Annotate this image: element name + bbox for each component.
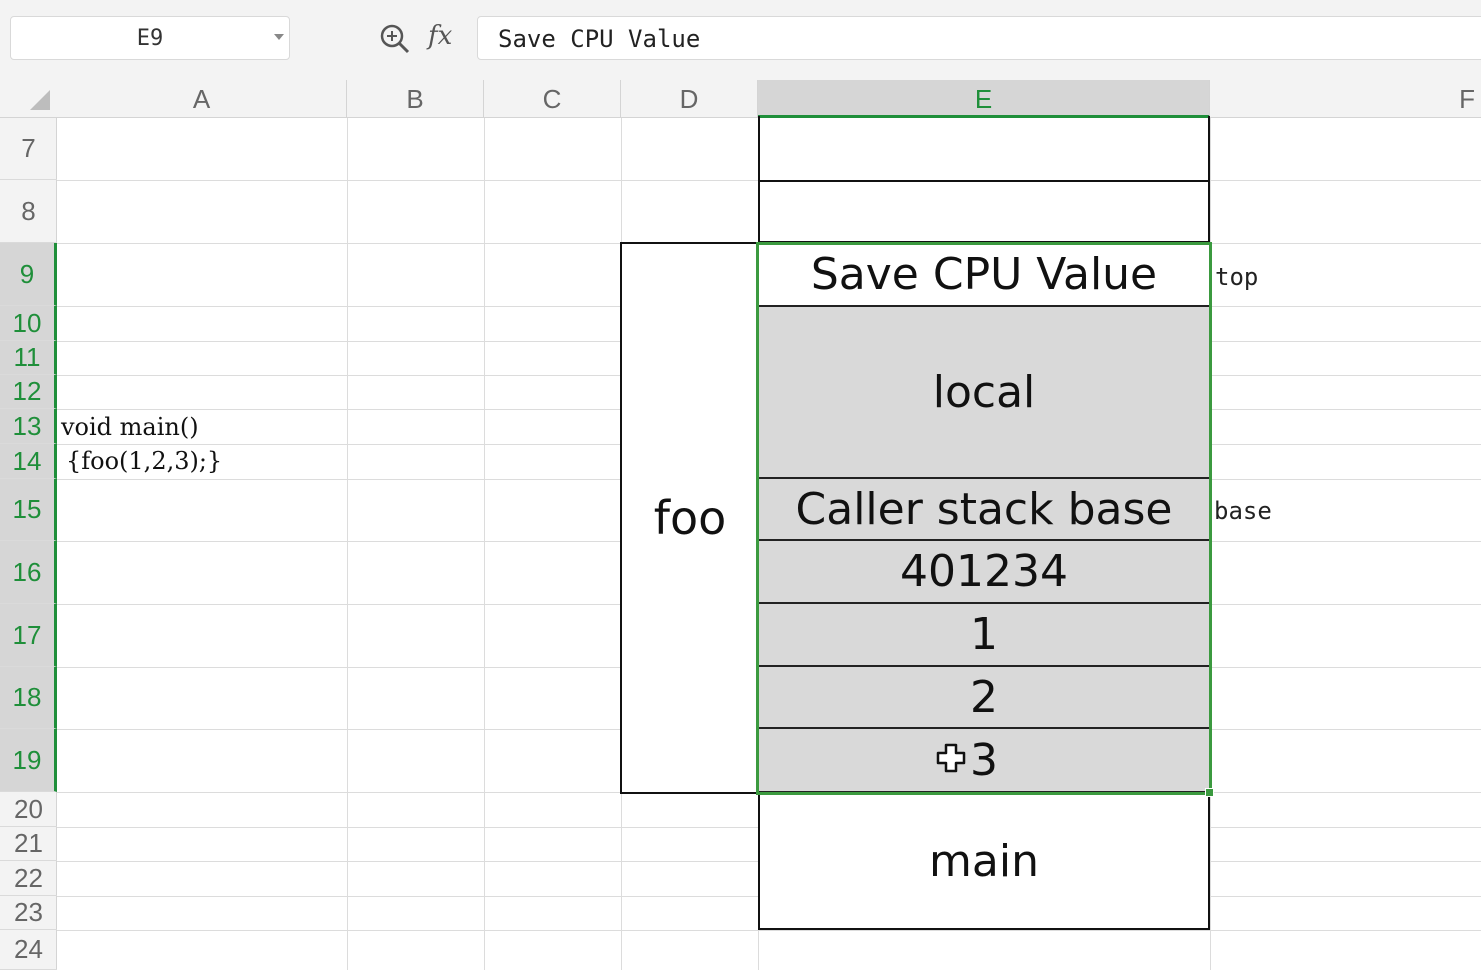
cell-a14-code[interactable]: {foo(1,2,3);} bbox=[66, 447, 222, 475]
formula-input[interactable]: Save CPU Value bbox=[477, 16, 1481, 60]
selection-border bbox=[756, 242, 1212, 795]
row-header[interactable]: 19 bbox=[0, 729, 57, 792]
row-header[interactable]: 13 bbox=[0, 409, 57, 444]
zoom-icon[interactable] bbox=[378, 22, 412, 56]
cell-cursor-icon bbox=[936, 743, 966, 773]
gridline bbox=[484, 118, 485, 970]
row-header[interactable]: 16 bbox=[0, 541, 57, 604]
row-header[interactable]: 8 bbox=[0, 181, 57, 243]
select-all-triangle-icon bbox=[30, 90, 50, 110]
chevron-down-icon[interactable] bbox=[274, 34, 284, 40]
fill-handle[interactable] bbox=[1205, 788, 1214, 797]
main-frame-label[interactable]: main bbox=[758, 793, 1210, 930]
gridline bbox=[347, 118, 348, 970]
column-header-f[interactable]: F bbox=[1210, 80, 1481, 118]
row-header[interactable]: 11 bbox=[0, 341, 57, 375]
base-pointer-label[interactable]: base bbox=[1214, 497, 1272, 525]
row-header[interactable]: 14 bbox=[0, 444, 57, 479]
row-header[interactable]: 22 bbox=[0, 861, 57, 896]
top-pointer-label[interactable]: top bbox=[1215, 263, 1258, 291]
name-box[interactable]: E9 bbox=[10, 16, 290, 60]
gridline bbox=[57, 930, 1481, 931]
row-header[interactable]: 18 bbox=[0, 667, 57, 729]
column-header-e[interactable]: E bbox=[758, 80, 1210, 118]
column-header-b[interactable]: B bbox=[347, 80, 484, 118]
row-header[interactable]: 21 bbox=[0, 827, 57, 861]
foo-frame-label[interactable]: foo bbox=[620, 242, 760, 794]
row-header[interactable]: 24 bbox=[0, 930, 57, 970]
row-header[interactable]: 7 bbox=[0, 118, 57, 180]
divider bbox=[758, 180, 1210, 182]
row-header[interactable]: 12 bbox=[0, 375, 57, 409]
column-header-d[interactable]: D bbox=[621, 80, 758, 118]
row-header[interactable]: 10 bbox=[0, 306, 57, 341]
row-header[interactable]: 9 bbox=[0, 243, 57, 306]
row-header[interactable]: 15 bbox=[0, 479, 57, 541]
fx-icon[interactable]: fx bbox=[428, 18, 464, 54]
column-header-c[interactable]: C bbox=[484, 80, 621, 118]
row-header[interactable]: 17 bbox=[0, 604, 57, 667]
row-header[interactable]: 20 bbox=[0, 792, 57, 827]
column-header-a[interactable]: A bbox=[57, 80, 347, 118]
row-header[interactable]: 23 bbox=[0, 896, 57, 930]
cell-a13-code[interactable]: void main() bbox=[61, 413, 199, 441]
